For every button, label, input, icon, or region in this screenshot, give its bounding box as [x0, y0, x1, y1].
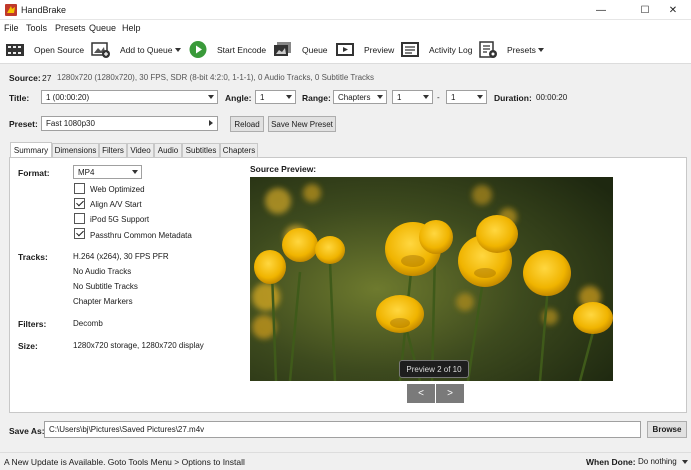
play-icon[interactable] — [188, 40, 208, 59]
activity-log-icon[interactable] — [400, 40, 420, 59]
track-chapters: Chapter Markers — [73, 297, 133, 306]
range-end-select[interactable]: 1 — [446, 90, 487, 104]
web-optimized-label: Web Optimized — [90, 185, 145, 194]
filters-value: Decomb — [73, 319, 103, 328]
save-as-label: Save As: — [9, 426, 45, 436]
track-video: H.264 (x264), 30 FPS PFR — [73, 252, 169, 261]
preset-value: Fast 1080p30 — [46, 119, 95, 128]
queue-icon[interactable] — [273, 40, 293, 59]
update-message: A New Update is Available. Goto Tools Me… — [4, 457, 245, 467]
size-value: 1280x720 storage, 1280x720 display — [73, 341, 204, 350]
format-value: MP4 — [78, 168, 95, 177]
activity-log-button[interactable]: Activity Log — [429, 45, 472, 55]
start-encode-button[interactable]: Start Encode — [217, 45, 266, 55]
duration-label: Duration: — [494, 93, 532, 103]
track-audio: No Audio Tracks — [73, 267, 132, 276]
preview-icon[interactable] — [335, 40, 355, 59]
source-info: 1280x720 (1280x720), 30 FPS, SDR (8-bit … — [57, 73, 375, 82]
passthru-metadata-label: Passthru Common Metadata — [90, 231, 192, 240]
format-label: Format: — [18, 168, 50, 178]
preset-selector[interactable]: Fast 1080p30 — [41, 116, 218, 131]
range-type-select[interactable]: Chapters — [333, 90, 387, 104]
window-title: HandBrake — [21, 5, 67, 15]
filters-label: Filters: — [18, 319, 47, 329]
tab-chapters[interactable]: Chapters — [220, 143, 258, 157]
range-start-select[interactable]: 1 — [392, 90, 433, 104]
tab-audio[interactable]: Audio — [154, 143, 182, 157]
preview-counter: Preview 2 of 10 — [399, 360, 469, 378]
format-select[interactable]: MP4 — [73, 165, 142, 179]
chevron-down-icon — [208, 95, 214, 99]
title-select-value: 1 (00:00:20) — [46, 93, 90, 102]
source-id: 27 — [42, 73, 52, 83]
tab-filters[interactable]: Filters — [99, 143, 127, 157]
menu-help[interactable]: Help — [122, 23, 141, 33]
menu-tools[interactable]: Tools — [26, 23, 47, 33]
chevron-down-icon — [377, 95, 383, 99]
angle-select-value: 1 — [260, 93, 265, 102]
align-av-start-checkbox[interactable] — [74, 198, 85, 209]
preset-label: Preset: — [9, 119, 38, 129]
track-subtitles: No Subtitle Tracks — [73, 282, 138, 291]
next-preview-button[interactable]: > — [436, 384, 464, 403]
presets-button[interactable]: Presets — [507, 45, 536, 55]
angle-label: Angle: — [225, 93, 252, 103]
preview-button[interactable]: Preview — [364, 45, 394, 55]
when-done-label: When Done: — [586, 457, 636, 467]
align-av-start-label: Align A/V Start — [90, 200, 142, 209]
size-label: Size: — [18, 341, 38, 351]
minimize-button[interactable]: — — [583, 0, 619, 20]
tab-subtitles[interactable]: Subtitles — [182, 143, 220, 157]
source-preview-label: Source Preview: — [250, 164, 317, 174]
add-to-queue-icon[interactable] — [91, 40, 111, 59]
previous-preview-button[interactable]: < — [407, 384, 435, 403]
reload-button[interactable]: Reload — [230, 116, 264, 132]
range-start-value: 1 — [397, 93, 402, 102]
chevron-down-icon[interactable] — [538, 48, 544, 52]
save-new-preset-button[interactable]: Save New Preset — [268, 116, 336, 132]
presets-icon[interactable] — [478, 40, 498, 59]
title-label: Title: — [9, 93, 30, 103]
chevron-down-icon — [286, 95, 292, 99]
menu-file[interactable]: File — [4, 23, 19, 33]
save-as-path-input[interactable]: C:\Users\bj\Pictures\Saved Pictures\27.m… — [44, 421, 641, 438]
when-done-select[interactable]: Do nothing — [638, 457, 677, 466]
close-button[interactable]: ✕ — [655, 0, 691, 20]
add-to-queue-button[interactable]: Add to Queue — [120, 45, 172, 55]
chevron-down-icon — [132, 170, 138, 174]
tracks-label: Tracks: — [18, 252, 48, 262]
passthru-metadata-checkbox[interactable] — [74, 228, 85, 239]
browse-button[interactable]: Browse — [647, 421, 687, 438]
duration-value: 00:00:20 — [536, 93, 568, 102]
web-optimized-checkbox[interactable] — [74, 183, 85, 194]
handbrake-logo-icon — [5, 4, 17, 16]
film-strip-icon[interactable] — [5, 40, 25, 59]
ipod-5g-support-checkbox[interactable] — [74, 213, 85, 224]
angle-select[interactable]: 1 — [255, 90, 296, 104]
tab-summary[interactable]: Summary — [10, 142, 52, 158]
chevron-down-icon — [477, 95, 483, 99]
chevron-down-icon[interactable] — [175, 48, 181, 52]
range-end-value: 1 — [451, 93, 456, 102]
chevron-right-icon — [209, 120, 213, 126]
range-separator: - — [437, 93, 440, 102]
source-label: Source: — [9, 73, 41, 83]
menu-presets[interactable]: Presets — [55, 23, 86, 33]
menu-queue[interactable]: Queue — [89, 23, 116, 33]
chevron-down-icon[interactable] — [682, 460, 688, 464]
tab-video[interactable]: Video — [127, 143, 154, 157]
chevron-down-icon — [423, 95, 429, 99]
range-label: Range: — [302, 93, 331, 103]
queue-button[interactable]: Queue — [302, 45, 328, 55]
preview-image — [250, 177, 613, 381]
title-select[interactable]: 1 (00:00:20) — [41, 90, 218, 104]
open-source-button[interactable]: Open Source — [34, 45, 84, 55]
ipod-5g-support-label: iPod 5G Support — [90, 215, 150, 224]
tab-dimensions[interactable]: Dimensions — [52, 143, 99, 157]
range-type-value: Chapters — [338, 93, 371, 102]
